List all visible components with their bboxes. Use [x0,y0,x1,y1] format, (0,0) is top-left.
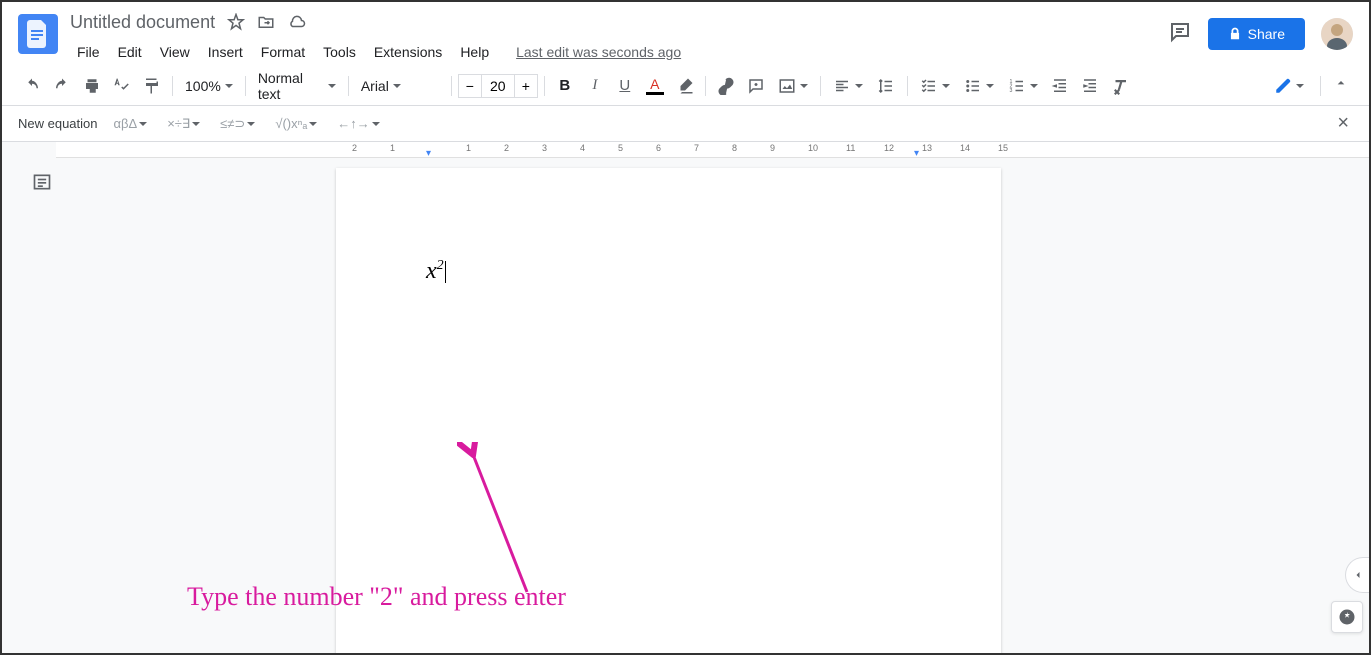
document-title[interactable]: Untitled document [70,12,215,33]
svg-text:3: 3 [1009,88,1012,94]
menu-file[interactable]: File [70,40,107,64]
editing-mode-button[interactable] [1266,73,1312,99]
image-button[interactable] [772,73,814,99]
horizontal-ruler: 2 1 ▾ 1 2 3 4 5 6 7 8 9 10 11 12 ▾ 13 14… [56,142,1369,158]
menu-tools[interactable]: Tools [316,40,363,64]
title-area: Untitled document File Edit View Insert … [70,10,1168,64]
toolbar: 100% Normal text Arial − + B I U A 123 [2,66,1369,106]
workspace: 2 1 1 2 3 4 5 6 7 8 9 2 1 ▾ 1 2 3 4 5 6 … [2,142,1369,653]
spellcheck-button[interactable] [108,72,136,100]
menu-extensions[interactable]: Extensions [367,40,449,64]
star-icon[interactable] [227,13,245,31]
font-size-decrease[interactable]: − [458,74,482,98]
bold-button[interactable]: B [551,72,579,100]
checklist-button[interactable] [914,73,956,99]
text-cursor [445,261,446,283]
close-equation-bar[interactable]: × [1333,108,1353,139]
math-ops-dropdown[interactable]: √()xⁿₐ [271,112,321,135]
line-spacing-button[interactable] [871,73,901,99]
underline-button[interactable]: U [611,72,639,100]
link-button[interactable] [712,72,740,100]
header-right: Share [1168,18,1353,50]
indent-increase-button[interactable] [1076,72,1104,100]
comment-button[interactable] [742,72,770,100]
document-scroll[interactable]: 2 1 ▾ 1 2 3 4 5 6 7 8 9 10 11 12 ▾ 13 14… [56,142,1369,653]
number-list-button[interactable]: 123 [1002,73,1044,99]
bullet-list-button[interactable] [958,73,1000,99]
last-edit-link[interactable]: Last edit was seconds ago [516,44,681,60]
font-size-input[interactable] [482,74,514,98]
hide-menus-button[interactable] [1329,71,1353,100]
share-button[interactable]: Share [1208,18,1305,50]
outline-icon[interactable] [32,172,52,197]
cloud-status-icon[interactable] [287,13,307,31]
explore-button[interactable] [1331,601,1363,633]
menu-insert[interactable]: Insert [201,40,250,64]
lock-icon [1228,27,1242,41]
misc-ops-dropdown[interactable]: ×÷∃ [163,112,204,136]
docs-logo[interactable] [18,14,58,54]
menu-view[interactable]: View [153,40,197,64]
comment-history-icon[interactable] [1168,20,1192,49]
equation-content[interactable]: x2 [426,258,446,285]
redo-button[interactable] [48,72,76,100]
print-button[interactable] [78,72,106,100]
zoom-dropdown[interactable]: 100% [179,74,239,98]
paint-format-button[interactable] [138,72,166,100]
menu-help[interactable]: Help [453,40,496,64]
style-dropdown[interactable]: Normal text [252,66,342,106]
equation-toolbar: New equation αβΔ ×÷∃ ≤≠⊃ √()xⁿₐ ←↑→ × [2,106,1369,142]
undo-button[interactable] [18,72,46,100]
font-size-control: − + [458,74,538,98]
indent-decrease-button[interactable] [1046,72,1074,100]
arrows-dropdown[interactable]: ←↑→ [333,112,384,135]
text-color-button[interactable]: A [641,72,669,100]
font-dropdown[interactable]: Arial [355,74,445,98]
new-equation-button[interactable]: New equation [18,116,98,131]
app-header: Untitled document File Edit View Insert … [2,2,1369,66]
align-button[interactable] [827,73,869,99]
document-page[interactable]: x2 [336,168,1001,653]
move-icon[interactable] [257,13,275,31]
italic-button[interactable]: I [581,72,609,100]
menu-edit[interactable]: Edit [111,40,149,64]
relations-dropdown[interactable]: ≤≠⊃ [216,112,259,136]
right-margin-marker[interactable]: ▾ [914,148,919,159]
font-size-increase[interactable]: + [514,74,538,98]
left-margin-marker[interactable]: ▾ [426,148,431,159]
menu-format[interactable]: Format [254,40,312,64]
clear-format-button[interactable] [1106,72,1134,100]
menubar: File Edit View Insert Format Tools Exten… [70,40,1168,64]
share-label: Share [1248,26,1285,42]
user-avatar[interactable] [1321,18,1353,50]
highlight-button[interactable] [671,72,699,100]
greek-letters-dropdown[interactable]: αβΔ [110,112,152,135]
